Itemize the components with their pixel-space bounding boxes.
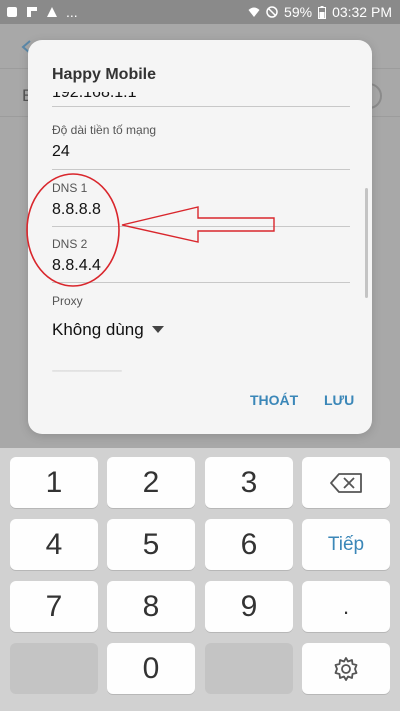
dialog-scroll-area[interactable]: 192.168.1.1 Độ dài tiền tố mạng 24 DNS 1…	[52, 92, 350, 372]
dns2-label: DNS 2	[52, 237, 88, 251]
battery-percent: 59%	[284, 4, 313, 20]
notification-icon	[7, 7, 17, 17]
wifi-settings-dialog: Happy Mobile 192.168.1.1 Độ dài tiền tố …	[28, 40, 372, 434]
key-6[interactable]: 6	[205, 519, 293, 570]
dns2-value: 8.8.4.4	[52, 257, 101, 274]
proxy-label: Proxy	[52, 294, 83, 308]
key-9[interactable]: 9	[205, 581, 293, 632]
proxy-field: Proxy Không dùng	[52, 294, 350, 340]
dns1-label: DNS 1	[52, 181, 88, 195]
blank-key	[205, 643, 293, 694]
key-5[interactable]: 5	[107, 519, 195, 570]
proxy-value: Không dùng	[52, 320, 144, 339]
battery-icon	[318, 5, 327, 19]
cancel-button[interactable]: THOÁT	[250, 392, 298, 408]
prefix-length-field[interactable]: Độ dài tiền tố mạng 24	[52, 123, 350, 170]
key-7[interactable]: 7	[10, 581, 98, 632]
blank-key	[10, 643, 98, 694]
dns1-field[interactable]: DNS 1 8.8.8.8	[52, 181, 350, 227]
wifi-icon	[248, 7, 260, 17]
gear-icon	[334, 656, 358, 681]
no-disturb-icon	[266, 6, 278, 18]
ip-address-value: 192.168.1.1	[52, 92, 137, 101]
ip-address-field[interactable]: 192.168.1.1	[52, 92, 350, 107]
status-bar: ... 59% 03:32 PM	[0, 0, 400, 24]
dot-key[interactable]: .	[302, 581, 390, 632]
backspace-icon	[330, 472, 362, 493]
underline	[52, 282, 350, 283]
key-2[interactable]: 2	[107, 457, 195, 508]
clock: 03:32 PM	[332, 4, 392, 20]
key-8[interactable]: 8	[107, 581, 195, 632]
scroll-fade	[28, 350, 372, 376]
prefix-length-value: 24	[52, 143, 70, 160]
underline	[52, 106, 350, 107]
dropdown-arrow-icon	[151, 326, 164, 333]
settings-key[interactable]	[302, 643, 390, 694]
numeric-keyboard: 1 2 3 4 5 6 Tiếp 7 8 9 . 0	[0, 448, 400, 711]
scrollbar[interactable]	[365, 188, 368, 298]
flipboard-icon	[27, 7, 37, 17]
dns1-value: 8.8.8.8	[52, 201, 101, 218]
key-0[interactable]: 0	[107, 643, 195, 694]
key-4[interactable]: 4	[10, 519, 98, 570]
dns2-field[interactable]: DNS 2 8.8.4.4	[52, 237, 350, 283]
underline	[52, 169, 350, 170]
underline	[52, 226, 350, 227]
save-button[interactable]: LƯU	[324, 392, 354, 408]
prefix-length-label: Độ dài tiền tố mạng	[52, 123, 157, 137]
backspace-key[interactable]	[302, 457, 390, 508]
key-3[interactable]: 3	[205, 457, 293, 508]
more-notifications: ...	[66, 4, 78, 20]
warning-icon	[47, 7, 57, 17]
key-1[interactable]: 1	[10, 457, 98, 508]
dialog-title: Happy Mobile	[52, 66, 157, 83]
next-key[interactable]: Tiếp	[302, 519, 390, 570]
proxy-dropdown[interactable]: Không dùng	[52, 320, 350, 340]
